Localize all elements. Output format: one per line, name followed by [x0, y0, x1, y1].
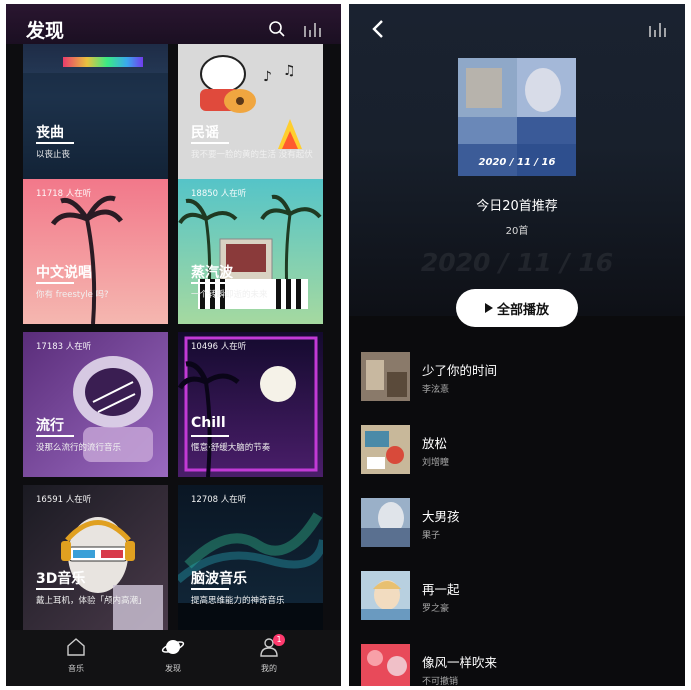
card-artwork — [178, 179, 323, 324]
song-title: 少了你的时间 — [422, 363, 498, 378]
song-thumbnail — [361, 571, 410, 620]
nav-label: 我的 — [261, 664, 277, 673]
discover-header: 发现 — [6, 4, 341, 44]
song-thumbnail — [361, 352, 410, 401]
discover-screen: 丧曲 以丧止丧 ♪ ♫ 民谣 我不要一脸的黄的生活 没有起伏 11718 人在听… — [6, 4, 341, 686]
listener-count: 17183 人在听 — [36, 342, 92, 352]
back-arrow-icon[interactable] — [367, 18, 389, 40]
title-underline — [191, 282, 229, 284]
notification-badge: 1 — [273, 634, 285, 646]
listener-count: 11718 人在听 — [36, 189, 92, 199]
playlist-screen: 2020 / 11 / 16 今日20首推荐 20首 2020 / 11 / 1… — [349, 4, 685, 686]
card-title: 脑波音乐 — [191, 571, 247, 587]
planet-icon — [161, 640, 185, 654]
page-title: 发现 — [26, 20, 65, 42]
listener-count: 10496 人在听 — [191, 342, 247, 352]
playlist-cover: 2020 / 11 / 16 — [458, 58, 576, 176]
card-description: 惬意·舒缓大脑的节奏 — [191, 443, 271, 453]
category-card-sangqu[interactable]: 丧曲 以丧止丧 — [23, 39, 168, 184]
song-thumbnail — [361, 425, 410, 474]
song-title: 像风一样吹来 — [422, 655, 498, 670]
card-title: Chill — [191, 415, 226, 431]
title-underline — [36, 588, 74, 590]
song-count: 20首 — [505, 226, 529, 237]
title-underline — [36, 142, 74, 144]
song-artist: 李泫憙 — [422, 385, 450, 395]
svg-text:♪: ♪ — [263, 69, 272, 85]
card-description: 以丧止丧 — [36, 150, 71, 160]
play-icon — [484, 303, 493, 313]
play-all-button[interactable]: 全部播放 — [456, 289, 578, 327]
search-icon[interactable] — [266, 18, 288, 40]
category-card-vaporwave[interactable]: 18850 人在听 蒸汽波 一个转瞬即逝的未来 — [178, 179, 323, 324]
playlist-hero: 2020 / 11 / 16 今日20首推荐 20首 2020 / 11 / 1… — [349, 4, 685, 316]
song-thumbnail — [361, 644, 410, 686]
card-artwork — [178, 485, 323, 630]
listener-count: 12708 人在听 — [191, 495, 247, 505]
title-underline — [191, 588, 229, 590]
card-title: 蒸汽波 — [191, 265, 233, 281]
card-description: 提高思维能力的神奇音乐 — [191, 596, 285, 606]
card-artwork — [23, 332, 168, 477]
song-title: 放松 — [422, 436, 448, 451]
song-title: 大男孩 — [422, 509, 460, 524]
song-row[interactable]: 大男孩 果子 — [361, 498, 681, 550]
song-row[interactable]: 像风一样吹来 不可撤销 — [361, 644, 681, 686]
card-title: 丧曲 — [36, 125, 64, 141]
category-card-pop[interactable]: 17183 人在听 流行 没那么流行的流行音乐 — [23, 332, 168, 477]
card-artwork — [23, 39, 168, 184]
card-description: 我不要一脸的黄的生活 没有起伏 — [191, 150, 313, 160]
title-underline — [191, 142, 229, 144]
card-description: 没那么流行的流行音乐 — [36, 443, 122, 453]
card-title: 流行 — [36, 418, 64, 434]
card-description: 戴上耳机，体验「颅内高潮」 — [36, 596, 147, 606]
home-icon — [67, 638, 85, 656]
song-row[interactable]: 再一起 罗之豪 — [361, 571, 681, 623]
nav-label: 发现 — [165, 664, 181, 673]
playlist-title: 今日20首推荐 — [476, 199, 558, 214]
play-all-label: 全部播放 — [496, 302, 549, 318]
category-card-3d-music[interactable]: 16591 人在听 3D音乐 戴上耳机，体验「颅内高潮」 — [23, 485, 168, 630]
nav-label: 音乐 — [68, 664, 84, 673]
equalizer-icon[interactable] — [302, 18, 324, 40]
card-title: 民谣 — [191, 125, 219, 141]
song-artist: 果子 — [422, 531, 441, 541]
song-row[interactable]: 放松 刘增瞳 — [361, 425, 681, 477]
song-artist: 刘增瞳 — [422, 458, 450, 468]
category-card-chill[interactable]: 10496 人在听 Chill 惬意·舒缓大脑的节奏 — [178, 332, 323, 477]
listener-count: 16591 人在听 — [36, 495, 92, 505]
card-artwork — [23, 179, 168, 324]
nav-item-discover[interactable]: 发现 — [143, 636, 203, 674]
song-artist: 不可撤销 — [422, 677, 459, 686]
background-date-watermark: 2020 / 11 / 16 — [420, 248, 614, 277]
title-underline — [191, 435, 229, 437]
card-title: 3D音乐 — [36, 571, 86, 587]
category-card-minyao[interactable]: ♪ ♫ 民谣 我不要一脸的黄的生活 没有起伏 — [178, 39, 323, 184]
card-artwork — [178, 332, 323, 477]
song-title: 再一起 — [422, 582, 460, 597]
song-artist: 罗之豪 — [422, 604, 450, 614]
song-thumbnail — [361, 498, 410, 547]
title-underline — [36, 282, 74, 284]
title-underline — [36, 435, 74, 437]
card-title: 中文说唱 — [36, 265, 92, 281]
song-row[interactable]: 少了你的时间 李泫憙 — [361, 352, 681, 404]
card-artwork — [23, 485, 168, 630]
svg-text:♫: ♫ — [283, 63, 296, 79]
card-description: 一个转瞬即逝的未来 — [191, 290, 268, 300]
listener-count: 18850 人在听 — [191, 189, 247, 199]
cover-date: 2020 / 11 / 16 — [478, 157, 556, 168]
category-card-brainwave[interactable]: 12708 人在听 脑波音乐 提高思维能力的神奇音乐 — [178, 485, 323, 630]
nav-item-mine[interactable]: 1 我的 — [239, 634, 299, 674]
nav-item-music[interactable]: 音乐 — [46, 636, 106, 674]
category-card-chinese-rap[interactable]: 11718 人在听 中文说唱 你有 freestyle 吗? — [23, 179, 168, 324]
bottom-nav: 音乐 发现 1 我的 — [6, 630, 341, 686]
card-description: 你有 freestyle 吗? — [36, 290, 109, 300]
equalizer-icon[interactable] — [647, 18, 669, 40]
card-artwork: ♪ ♫ — [178, 39, 323, 184]
